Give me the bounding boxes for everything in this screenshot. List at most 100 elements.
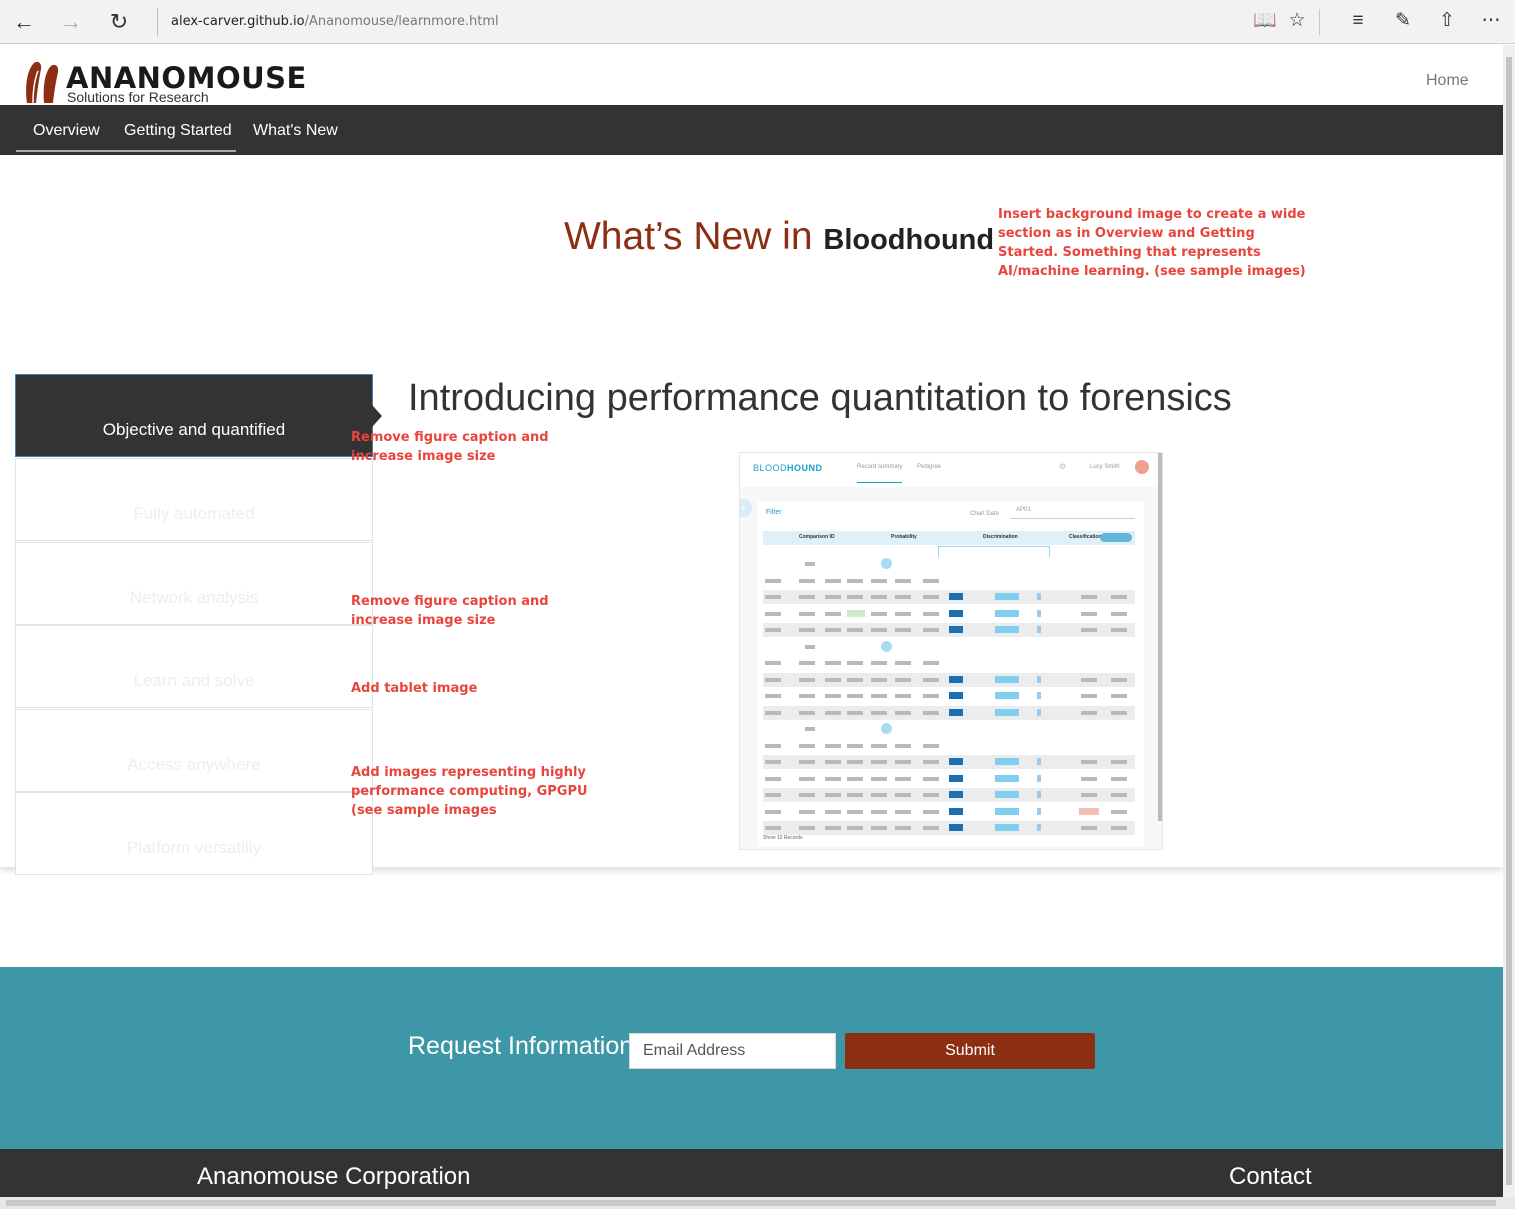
vertical-scroll-thumb[interactable] bbox=[1506, 57, 1512, 1185]
tab-platform-versatility[interactable]: Platform versatiliy bbox=[15, 792, 373, 875]
probability-dot bbox=[881, 640, 892, 652]
app-table-row bbox=[763, 639, 1135, 654]
score-bar bbox=[995, 807, 1019, 815]
horizontal-scrollbar[interactable] bbox=[0, 1197, 1515, 1209]
row-cell bbox=[847, 677, 863, 682]
hub-icon[interactable]: ≡ bbox=[1346, 9, 1370, 33]
row-cell bbox=[765, 710, 781, 715]
tab-objective-quantified[interactable]: Objective and quantified bbox=[15, 374, 382, 457]
score-bar bbox=[1037, 824, 1041, 831]
row-cell bbox=[871, 661, 887, 665]
app-user-name: Lucy Smith bbox=[1090, 464, 1120, 470]
app-table-row bbox=[763, 623, 1135, 637]
app-table-row bbox=[763, 573, 1135, 588]
app-table-header: Comparison ID Probability Discrimination… bbox=[763, 531, 1135, 545]
row-cell bbox=[895, 743, 911, 748]
app-table-row bbox=[763, 821, 1135, 835]
url-host: alex-carver.github.io bbox=[171, 14, 305, 29]
vertical-scrollbar[interactable] bbox=[1503, 45, 1515, 1197]
row-cell bbox=[825, 776, 841, 781]
review-note-caption-2: Remove figure caption and increase image… bbox=[351, 594, 549, 628]
row-cell bbox=[895, 661, 911, 665]
score-bar bbox=[1037, 708, 1041, 716]
row-cell bbox=[847, 776, 863, 781]
row-cell bbox=[923, 595, 939, 599]
page-title: What’s New in Bloodhound bbox=[564, 215, 994, 259]
app-col-comparison-id: Comparison ID bbox=[799, 534, 835, 540]
subnav-whats-new[interactable]: What's New bbox=[253, 122, 338, 140]
tab-label: Access anywhere bbox=[127, 755, 261, 774]
score-bar bbox=[1037, 758, 1041, 765]
row-cell bbox=[871, 611, 887, 616]
app-brand-light: BLOOD bbox=[753, 463, 788, 473]
score-bar bbox=[1037, 774, 1041, 782]
score-bar bbox=[949, 675, 963, 683]
submit-button[interactable]: Submit bbox=[845, 1033, 1095, 1069]
row-cell bbox=[871, 809, 887, 814]
row-cell bbox=[825, 760, 841, 764]
web-note-icon[interactable]: ✎ bbox=[1391, 9, 1415, 33]
row-cell bbox=[765, 677, 781, 682]
ananomouse-logo[interactable]: ANANOMOUSE Solutions for Research bbox=[24, 59, 306, 105]
tab-access-anywhere[interactable]: Access anywhere bbox=[15, 709, 373, 792]
row-cell bbox=[805, 644, 815, 649]
row-cell bbox=[895, 578, 911, 583]
back-arrow-icon[interactable]: ← bbox=[10, 8, 38, 36]
row-cell bbox=[923, 743, 939, 748]
row-cell bbox=[847, 710, 863, 715]
score-bar bbox=[1037, 626, 1041, 633]
app-filter: Filter bbox=[766, 509, 782, 516]
score-bar bbox=[995, 791, 1019, 798]
subnav-active-underline bbox=[16, 150, 236, 152]
home-link[interactable]: Home bbox=[1426, 72, 1469, 90]
row-cell bbox=[825, 628, 841, 632]
row-cell bbox=[871, 694, 887, 698]
score-bar bbox=[995, 593, 1019, 600]
reading-view-icon[interactable]: 📖 bbox=[1253, 9, 1277, 33]
page-viewport: ANANOMOUSE Solutions for Research Home O… bbox=[0, 45, 1503, 1197]
subnav-overview[interactable]: Overview bbox=[33, 122, 100, 140]
row-cell bbox=[1111, 628, 1127, 632]
horizontal-scroll-thumb[interactable] bbox=[6, 1200, 1496, 1206]
row-cell bbox=[895, 793, 911, 797]
email-field[interactable] bbox=[629, 1033, 836, 1069]
app-scrollbar bbox=[1158, 453, 1162, 821]
subnav-getting-started[interactable]: Getting Started bbox=[124, 122, 232, 140]
more-icon[interactable]: ⋯ bbox=[1479, 9, 1503, 33]
score-bar bbox=[995, 758, 1019, 765]
footer-contact[interactable]: Contact bbox=[1229, 1163, 1312, 1191]
row-cell bbox=[1111, 595, 1127, 599]
address-bar[interactable]: alex-carver.github.io/Ananomouse/learnmo… bbox=[171, 14, 499, 29]
score-bar bbox=[1037, 791, 1041, 798]
row-cell bbox=[825, 710, 841, 715]
row-cell bbox=[825, 826, 841, 830]
tab-learn-solve[interactable]: Learn and solve bbox=[15, 625, 373, 708]
favorite-star-icon[interactable]: ☆ bbox=[1285, 9, 1309, 33]
tab-network-analysis[interactable]: Network analysis bbox=[15, 542, 373, 625]
app-table-row bbox=[763, 805, 1135, 819]
row-cell bbox=[1081, 710, 1097, 715]
row-cell bbox=[825, 595, 841, 599]
refresh-icon[interactable]: ↻ bbox=[105, 8, 133, 36]
row-cell bbox=[765, 661, 781, 665]
score-bar bbox=[949, 758, 963, 765]
row-cell bbox=[895, 677, 911, 682]
share-icon[interactable]: ⇧ bbox=[1435, 9, 1459, 33]
row-cell bbox=[799, 677, 815, 682]
sub-navigation: Overview Getting Started What's New bbox=[0, 105, 1503, 155]
row-cell bbox=[799, 760, 815, 764]
app-table-row bbox=[763, 738, 1135, 753]
row-cell bbox=[1081, 628, 1097, 632]
forward-arrow-icon[interactable]: → bbox=[57, 8, 85, 36]
row-cell bbox=[1081, 760, 1097, 764]
mouse-logo-icon bbox=[26, 61, 59, 104]
score-bar bbox=[995, 774, 1019, 782]
app-col-probability: Probability bbox=[891, 534, 917, 540]
row-cell bbox=[825, 743, 841, 748]
tab-fully-automated[interactable]: Fully automated bbox=[15, 458, 373, 541]
app-table-row bbox=[763, 755, 1135, 769]
brand-tagline: Solutions for Research bbox=[67, 89, 209, 105]
score-bar bbox=[949, 824, 963, 831]
review-note-hpc: Add images representing highly performan… bbox=[351, 765, 588, 818]
row-cell bbox=[805, 562, 815, 566]
